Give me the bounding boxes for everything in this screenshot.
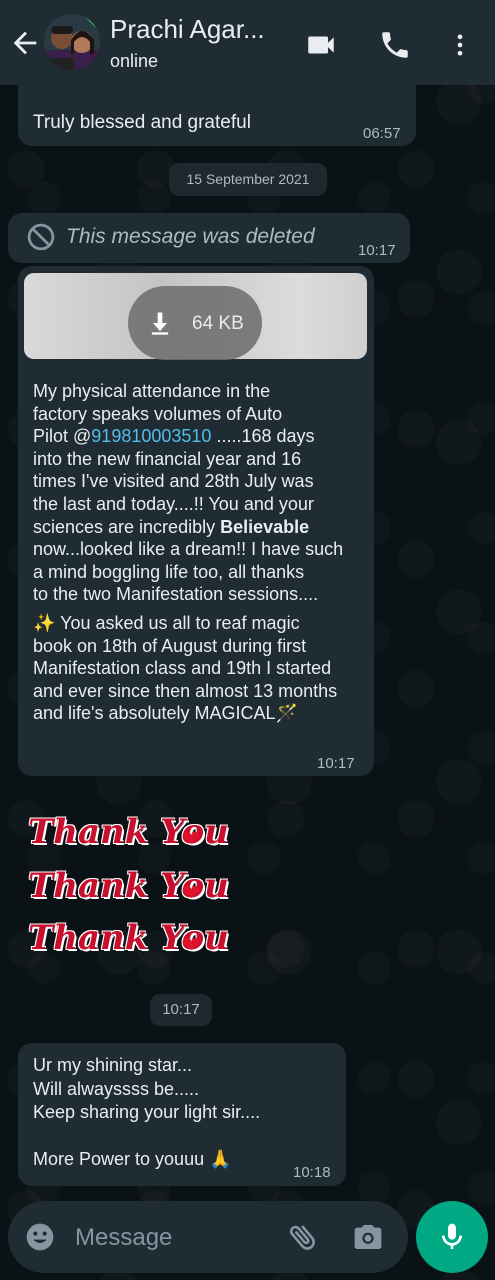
message-composer[interactable] <box>8 1201 408 1273</box>
message-line: into the new financial year and 16 <box>33 448 302 469</box>
video-call-icon[interactable] <box>304 28 338 62</box>
contact-status: online <box>110 51 159 71</box>
emoji-icon[interactable] <box>24 1221 56 1253</box>
message-line: My physical attendance in the <box>33 381 271 401</box>
message-line: the last and today....!! You and your <box>33 493 314 514</box>
back-arrow-icon[interactable] <box>8 26 42 60</box>
voice-call-icon[interactable] <box>378 28 412 62</box>
message-line: to the two Manifestation sessions.... <box>33 584 319 605</box>
contact-avatar[interactable] <box>44 14 100 70</box>
message-line: Pilot @919810003510 .....168 days <box>33 425 369 448</box>
deleted-message-bubble[interactable]: This message was deleted 10:17 <box>8 213 410 263</box>
message-line: ✨ You asked us all to reaf magic <box>33 612 300 633</box>
chat-header: Prachi Agar... online <box>0 0 495 85</box>
message-line: a mind boggling life too, all thanks <box>33 561 305 582</box>
contact-name[interactable]: Prachi Agar... <box>110 14 290 45</box>
message-line: sciences are incredibly Believable <box>33 516 369 539</box>
phone-mention-link[interactable]: 919810003510 <box>91 426 211 446</box>
message-line-part: .....168 days <box>211 426 315 447</box>
message-time: 10:17 <box>358 242 396 259</box>
message-text: Ur my shining star... Will alwayssss be.… <box>33 1055 261 1169</box>
heart-icon: ❤ <box>182 826 201 851</box>
sticker-time: 10:17 <box>150 994 212 1026</box>
message-time: 06:57 <box>363 125 401 142</box>
file-size: 64 KB <box>192 313 244 334</box>
message-text: Truly blessed and grateful <box>33 112 251 133</box>
camera-icon[interactable] <box>352 1221 384 1253</box>
voice-record-button[interactable] <box>416 1201 488 1273</box>
deleted-message-text: This message was deleted <box>66 225 315 248</box>
attach-icon[interactable] <box>286 1220 320 1254</box>
message-text: My physical attendance in the factory sp… <box>33 380 369 725</box>
message-line-part: sciences are incredibly <box>33 516 221 537</box>
message-line: and life's absolutely MAGICAL🪄 <box>33 703 298 724</box>
heart-icon: ❤ <box>182 880 201 905</box>
mic-icon <box>442 1223 462 1249</box>
download-button[interactable]: 64 KB <box>128 286 262 360</box>
message-line: book on 18th of August during first <box>33 635 307 656</box>
thank-you-sticker[interactable]: Thank You ❤ Thank You ❤ Thank You ❤ <box>22 812 229 977</box>
message-line-part: Pilot @ <box>33 426 92 447</box>
deleted-icon <box>27 223 55 251</box>
message-line: now...looked like a dream!! I have such <box>33 539 344 560</box>
bold-text: Believable <box>220 516 310 537</box>
message-line: times I've visited and 28th July was <box>33 471 314 492</box>
message-line: and ever since then almost 13 months <box>33 680 338 701</box>
download-icon <box>151 312 169 335</box>
date-separator: 15 September 2021 <box>169 163 327 196</box>
message-line: Manifestation class and 19th I started <box>33 658 332 679</box>
media-message-bubble[interactable]: 64 KB My physical attendance in the fact… <box>18 266 374 776</box>
message-time: 10:18 <box>293 1164 331 1181</box>
message-time: 10:17 <box>317 755 355 772</box>
heart-icon: ❤ <box>182 932 201 957</box>
message-bubble[interactable]: Ur my shining star... Will alwayssss be.… <box>18 1043 346 1186</box>
message-input[interactable]: Message <box>75 1224 172 1252</box>
more-options-icon[interactable] <box>446 28 474 62</box>
message-line: factory speaks volumes of Auto <box>33 403 283 424</box>
